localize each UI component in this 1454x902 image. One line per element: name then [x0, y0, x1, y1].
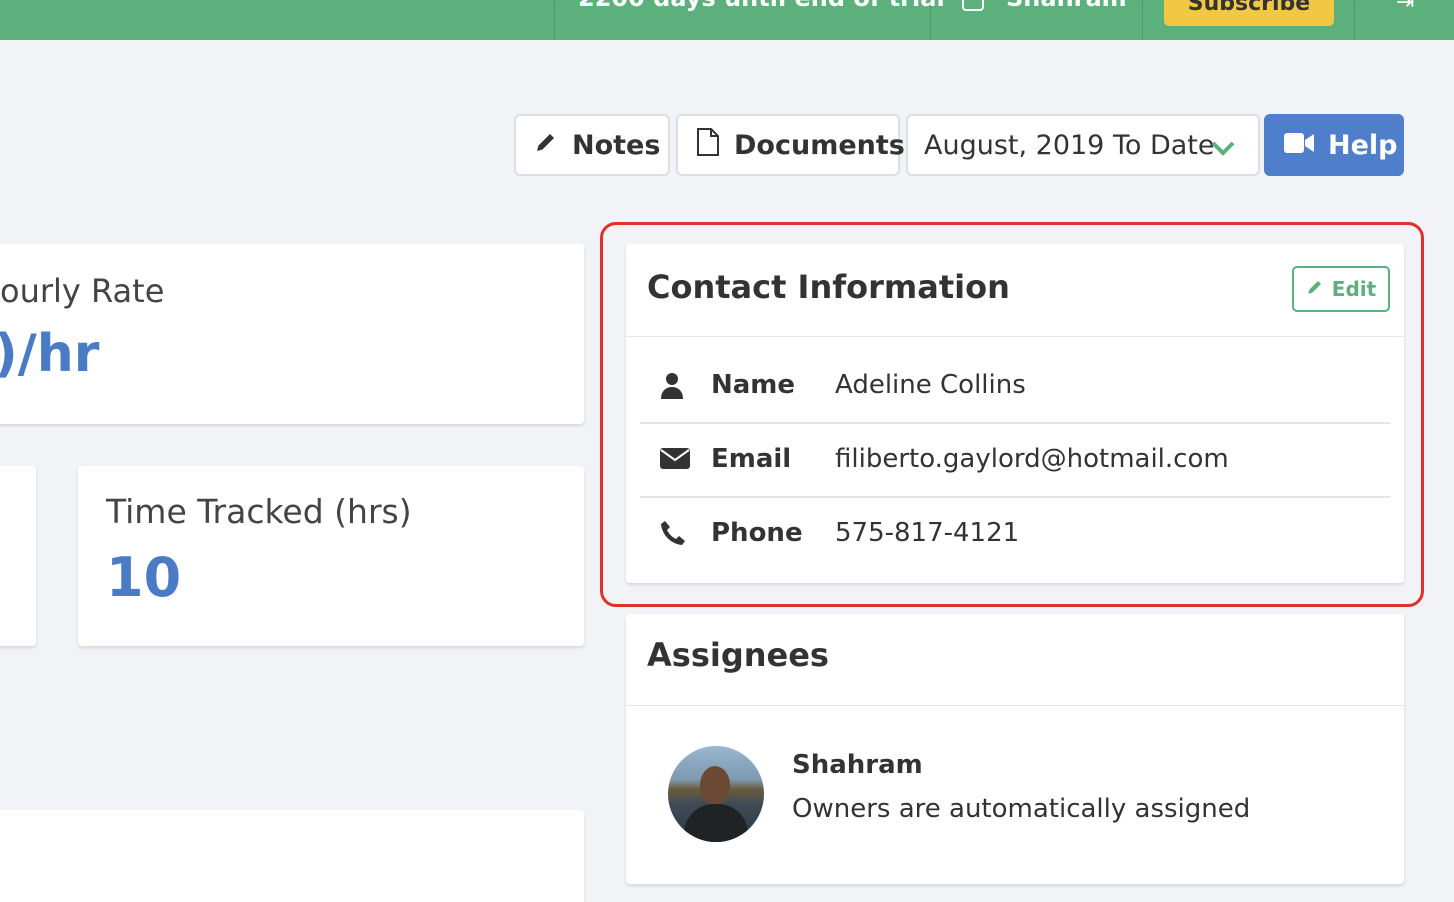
document-icon	[696, 127, 720, 163]
notes-button[interactable]: Notes	[514, 114, 670, 176]
divider	[1142, 0, 1143, 40]
time-tracked-card: Time Tracked (hrs) 10	[78, 466, 584, 646]
date-range-select[interactable]: August, 2019 To Date	[906, 114, 1260, 176]
notes-label: Notes	[572, 129, 661, 161]
user-menu[interactable]: Shahram	[962, 0, 1127, 12]
subscribe-button[interactable]: Subscribe	[1164, 0, 1334, 26]
chevron-down-icon	[1210, 134, 1236, 165]
avatar-face	[700, 766, 730, 804]
highlight-outline	[600, 222, 1424, 607]
assignee-name: Shahram	[792, 750, 923, 780]
pencil-icon	[534, 130, 558, 161]
hourly-rate-label: ourly Rate	[0, 272, 165, 310]
trial-countdown: 2200 days until end of trial	[578, 0, 945, 12]
hourly-rate-value: )/hr	[0, 324, 100, 384]
stat-card	[0, 466, 36, 646]
help-label: Help	[1328, 129, 1398, 161]
video-camera-icon	[1284, 130, 1314, 161]
assignee-note: Owners are automatically assigned	[792, 794, 1251, 824]
documents-label: Documents	[734, 129, 905, 161]
documents-button[interactable]: Documents	[676, 114, 905, 176]
content-card	[0, 810, 584, 902]
avatar	[668, 746, 764, 842]
divider	[1354, 0, 1355, 40]
card-header: Assignees	[626, 614, 1404, 706]
logout-icon[interactable]: ⇥	[1396, 0, 1414, 15]
user-icon	[962, 0, 984, 11]
date-range-value: August, 2019 To Date	[924, 129, 1215, 161]
top-bar: 2200 days until end of trial Shahram Sub…	[0, 0, 1454, 40]
user-name: Shahram	[1006, 0, 1127, 12]
avatar-body	[684, 804, 748, 842]
card-title: Assignees	[647, 636, 829, 674]
help-button[interactable]: Help	[1264, 114, 1404, 176]
time-tracked-label: Time Tracked (hrs)	[106, 492, 412, 531]
assignees-card: Assignees Shahram Owners are automatical…	[626, 614, 1404, 884]
divider	[930, 0, 931, 40]
time-tracked-value: 10	[106, 546, 182, 609]
divider	[554, 0, 555, 40]
